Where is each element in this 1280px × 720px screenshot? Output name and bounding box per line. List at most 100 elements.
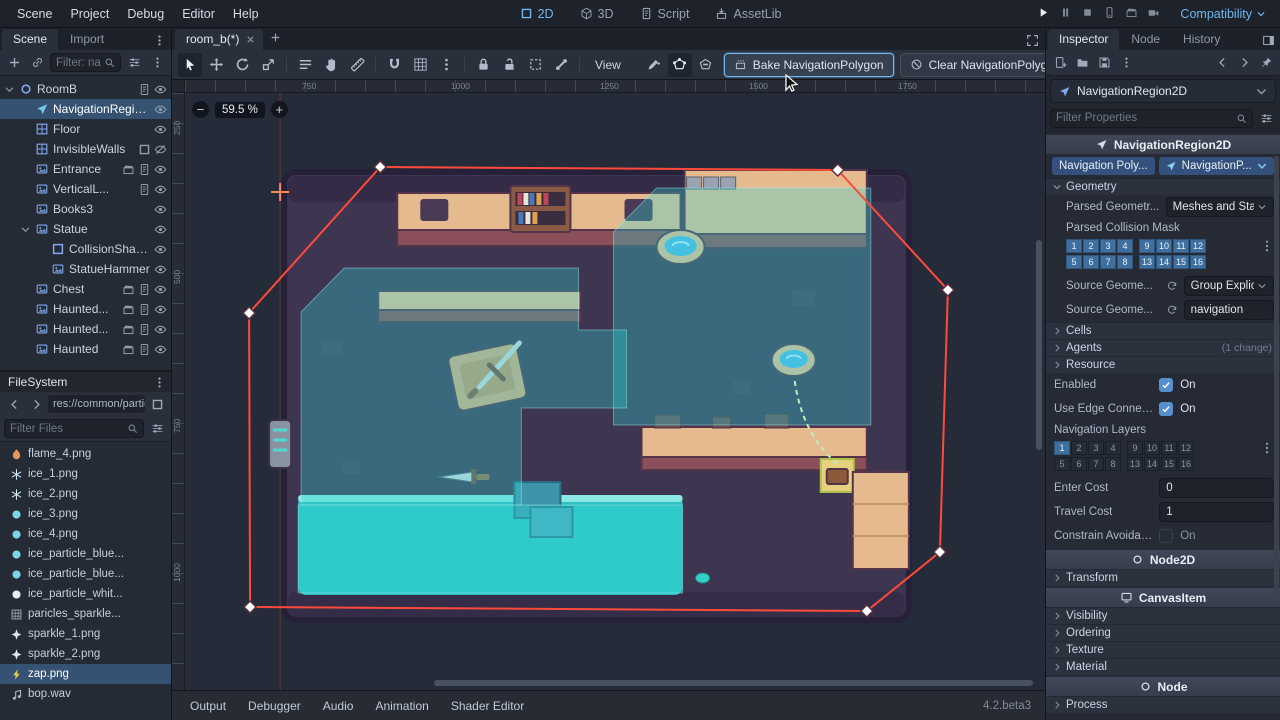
mask-bit-8[interactable]: 8 <box>1117 255 1133 269</box>
unlock-node-button[interactable] <box>497 53 521 77</box>
group-texture[interactable]: Texture <box>1046 641 1280 658</box>
mask-bit-12[interactable]: 12 <box>1190 239 1206 253</box>
ruler-tool[interactable] <box>345 53 369 77</box>
new-resource-button[interactable] <box>1050 53 1070 73</box>
play-button[interactable] <box>1033 3 1054 25</box>
property-filter-input[interactable] <box>1050 108 1253 128</box>
workspace-script[interactable]: Script <box>630 4 700 24</box>
scene-filter-input[interactable] <box>50 53 121 72</box>
nav-forward-button[interactable] <box>26 394 46 414</box>
tree-item-navigationregio[interactable]: NavigationRegio... <box>0 99 171 119</box>
mask-bit-11[interactable]: 11 <box>1173 239 1189 253</box>
tab-import[interactable]: Import <box>59 29 115 50</box>
file-item-ice-3-png[interactable]: ice_3.png <box>0 504 171 524</box>
file-item-ice-4-png[interactable]: ice_4.png <box>0 524 171 544</box>
file-filter-input[interactable] <box>4 419 144 438</box>
file-item-ice-particle-whit[interactable]: ice_particle_whit... <box>0 584 171 604</box>
mask-bit-14[interactable]: 14 <box>1144 457 1160 471</box>
tab-node[interactable]: Node <box>1120 29 1171 50</box>
file-item-ice-1-png[interactable]: ice_1.png <box>0 464 171 484</box>
mask-bit-7[interactable]: 7 <box>1088 457 1104 471</box>
delete-polygon-tool[interactable] <box>694 53 718 77</box>
menu-scene[interactable]: Scene <box>8 3 61 25</box>
group-ordering[interactable]: Ordering <box>1046 624 1280 641</box>
file-item-paricles-sparkle[interactable]: paricles_sparkle... <box>0 604 171 624</box>
horizontal-scrollbar[interactable] <box>434 680 1033 686</box>
mask-bit-3[interactable]: 3 <box>1100 239 1116 253</box>
tree-item-floor[interactable]: Floor <box>0 119 171 139</box>
renderer-select[interactable]: Compatibility <box>1174 4 1272 24</box>
mask-bit-1[interactable]: 1 <box>1054 441 1070 455</box>
group-geometry[interactable]: Geometry <box>1046 178 1280 195</box>
file-item-sparkle-1-png[interactable]: sparkle_1.png <box>0 624 171 644</box>
tree-item-roomb[interactable]: RoomB <box>0 79 171 99</box>
checkbox-enabled[interactable]: On <box>1159 378 1274 392</box>
file-item-ice-2-png[interactable]: ice_2.png <box>0 484 171 504</box>
group-agents[interactable]: Agents (1 change) <box>1046 339 1280 356</box>
mask-bit-15[interactable]: 15 <box>1161 457 1177 471</box>
load-resource-button[interactable] <box>1072 53 1092 73</box>
panel-shader-editor[interactable]: Shader Editor <box>441 694 534 718</box>
tab-inspector[interactable]: Inspector <box>1048 29 1120 50</box>
new-scene-tab-button[interactable] <box>265 29 286 50</box>
history-forward-button[interactable] <box>1234 53 1254 73</box>
tree-item-invisiblewalls[interactable]: InvisibleWalls <box>0 139 171 159</box>
view-menu-button[interactable]: View <box>586 55 630 75</box>
resource-property-label[interactable]: Navigation Poly... <box>1052 157 1155 175</box>
lock-node-button[interactable] <box>471 53 495 77</box>
category-node2d[interactable]: Node2D <box>1046 550 1280 569</box>
file-sort-button[interactable] <box>147 419 167 439</box>
scene-tab-room-b[interactable]: room_b(*) <box>175 29 264 50</box>
file-item-zap-png[interactable]: zap.png <box>0 664 171 684</box>
panel-debugger[interactable]: Debugger <box>238 694 311 718</box>
mask-bit-13[interactable]: 13 <box>1127 457 1143 471</box>
tree-item-chest[interactable]: Chest <box>0 279 171 299</box>
current-path[interactable]: res://common/partic <box>48 395 145 413</box>
tree-item-haunted[interactable]: Haunted... <box>0 299 171 319</box>
instance-scene-button[interactable] <box>27 53 47 73</box>
checkbox-use-edge-connecti[interactable]: On <box>1159 402 1274 416</box>
move-tool[interactable] <box>204 53 228 77</box>
spin-field[interactable]: 1 <box>1159 502 1274 522</box>
file-item-flame-4-png[interactable]: flame_4.png <box>0 444 171 464</box>
mask-bit-16[interactable]: 16 <box>1190 255 1206 269</box>
property-filter-field[interactable] <box>1056 112 1233 124</box>
group-cells[interactable]: Cells <box>1046 322 1280 339</box>
mask-bit-1[interactable]: 1 <box>1066 239 1082 253</box>
tab-history[interactable]: History <box>1172 29 1231 50</box>
inspector-scrollbar[interactable] <box>1274 156 1279 596</box>
group-visibility[interactable]: Visibility <box>1046 607 1280 624</box>
mask-bit-6[interactable]: 6 <box>1083 255 1099 269</box>
mask-bit-5[interactable]: 5 <box>1066 255 1082 269</box>
stop-button[interactable] <box>1077 3 1098 25</box>
dropdown-group-explicit[interactable]: Group Explicit <box>1183 276 1274 296</box>
category-node[interactable]: Node <box>1046 677 1280 696</box>
pause-button[interactable] <box>1055 3 1076 25</box>
canvas[interactable]: 7501000125015001750 25050075010001250 − … <box>172 80 1045 690</box>
dock-menu-button[interactable] <box>149 30 169 50</box>
spin-field[interactable]: 0 <box>1159 478 1274 498</box>
edited-node-selector[interactable]: NavigationRegion2D <box>1050 79 1276 103</box>
grid-snap-toggle[interactable] <box>408 53 432 77</box>
mask-bit-16[interactable]: 16 <box>1178 457 1194 471</box>
dots-vertical-icon[interactable] <box>1260 441 1274 455</box>
scene-canvas[interactable] <box>172 80 1045 690</box>
menu-debug[interactable]: Debug <box>118 3 173 25</box>
checkbox-constrain-avoidan[interactable]: On <box>1159 529 1274 543</box>
dots-vertical-icon[interactable] <box>1260 239 1274 253</box>
mask-bit-15[interactable]: 15 <box>1173 255 1189 269</box>
group-resource[interactable]: Resource <box>1046 356 1280 373</box>
mask-bit-8[interactable]: 8 <box>1105 457 1121 471</box>
play-scene-button[interactable] <box>1121 3 1142 25</box>
resource-options-button[interactable] <box>1116 53 1136 73</box>
mask-bit-2[interactable]: 2 <box>1071 441 1087 455</box>
file-item-sparkle-2-png[interactable]: sparkle_2.png <box>0 644 171 664</box>
skeleton-options[interactable] <box>549 53 573 77</box>
rotate-tool[interactable] <box>230 53 254 77</box>
zoom-level[interactable]: 59.5 % <box>215 101 265 118</box>
mask-bit-4[interactable]: 4 <box>1105 441 1121 455</box>
workspace-2d[interactable]: 2D <box>510 4 564 24</box>
focus-path-button[interactable] <box>147 394 167 414</box>
history-back-button[interactable] <box>1212 53 1232 73</box>
tab-scene[interactable]: Scene <box>2 29 59 50</box>
